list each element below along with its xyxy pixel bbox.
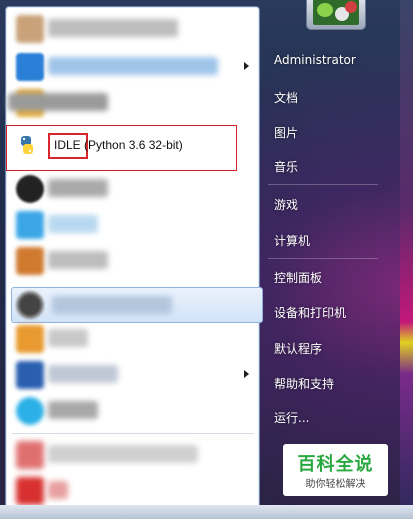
program-icon bbox=[16, 175, 44, 203]
divider bbox=[268, 184, 378, 185]
program-icon bbox=[16, 325, 44, 353]
program-label-redacted bbox=[48, 251, 108, 269]
program-label-redacted bbox=[48, 215, 98, 233]
program-item[interactable] bbox=[8, 359, 257, 391]
programs-pane: IDLE (Python 3.6 32-bit) bbox=[5, 6, 263, 519]
program-label-redacted bbox=[48, 401, 98, 419]
desktop-wallpaper-edge bbox=[400, 0, 413, 519]
submenu-arrow-icon bbox=[244, 62, 249, 70]
program-icon bbox=[16, 397, 44, 425]
program-item[interactable] bbox=[8, 51, 257, 83]
program-label-redacted bbox=[8, 93, 108, 111]
right-item-default-programs[interactable]: 默认程序 bbox=[274, 340, 322, 357]
right-item-pictures[interactable]: 图片 bbox=[274, 124, 298, 141]
program-icon bbox=[16, 15, 44, 43]
user-avatar[interactable] bbox=[306, 0, 366, 30]
divider bbox=[12, 433, 254, 434]
start-menu-bottom-edge bbox=[0, 505, 413, 519]
program-label-redacted bbox=[48, 445, 198, 463]
program-icon bbox=[16, 247, 44, 275]
program-label-redacted bbox=[48, 365, 118, 383]
idle-detail: (Python 3.6 32-bit) bbox=[84, 138, 183, 152]
program-label-redacted bbox=[48, 329, 88, 347]
watermark-subtitle: 助你轻松解决 bbox=[305, 479, 366, 490]
program-icon bbox=[16, 361, 44, 389]
program-item[interactable] bbox=[8, 173, 257, 205]
program-item[interactable] bbox=[8, 13, 257, 45]
avatar-image bbox=[313, 0, 359, 25]
right-item-games[interactable]: 游戏 bbox=[274, 196, 298, 213]
program-item[interactable] bbox=[8, 439, 257, 471]
program-item[interactable] bbox=[8, 475, 257, 507]
divider bbox=[268, 258, 378, 259]
idle-name: IDLE bbox=[54, 138, 81, 152]
program-item[interactable] bbox=[8, 395, 257, 427]
python-icon bbox=[16, 134, 38, 156]
program-item[interactable] bbox=[8, 323, 257, 355]
right-item-devices-printers[interactable]: 设备和打印机 bbox=[274, 304, 346, 321]
program-label-redacted bbox=[52, 296, 172, 314]
right-item-run[interactable]: 运行... bbox=[274, 409, 309, 426]
right-item-control-panel[interactable]: 控制面板 bbox=[274, 269, 322, 286]
right-item-documents[interactable]: 文档 bbox=[274, 89, 298, 106]
program-label: IDLE (Python 3.6 32-bit) bbox=[54, 138, 183, 152]
watermark-logo: 百科全说 助你轻松解决 bbox=[283, 444, 388, 496]
program-label-redacted bbox=[48, 19, 178, 37]
program-label-redacted bbox=[48, 481, 68, 499]
watermark-title: 百科全说 bbox=[297, 454, 374, 475]
right-item-help-support[interactable]: 帮助和支持 bbox=[274, 375, 334, 392]
right-item-administrator[interactable]: Administrator bbox=[274, 53, 356, 67]
program-item[interactable] bbox=[8, 209, 257, 241]
program-label-redacted bbox=[48, 57, 218, 75]
program-item[interactable] bbox=[8, 87, 257, 119]
program-icon bbox=[16, 53, 44, 81]
right-item-music[interactable]: 音乐 bbox=[274, 158, 298, 175]
program-icon bbox=[16, 211, 44, 239]
right-item-computer[interactable]: 计算机 bbox=[274, 232, 310, 249]
program-item-idle[interactable]: IDLE (Python 3.6 32-bit) bbox=[6, 125, 257, 171]
submenu-arrow-icon bbox=[244, 370, 249, 378]
program-icon bbox=[16, 477, 44, 505]
program-item[interactable] bbox=[8, 245, 257, 277]
program-label-redacted bbox=[48, 179, 108, 197]
program-icon bbox=[16, 441, 44, 469]
program-icon bbox=[16, 291, 44, 319]
selected-program-row[interactable] bbox=[11, 287, 263, 323]
